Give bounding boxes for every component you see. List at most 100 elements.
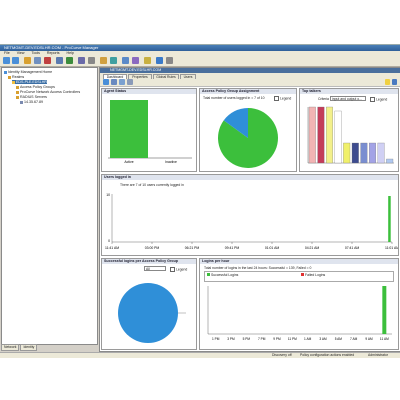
legend-toggle[interactable]: Legend — [370, 97, 387, 102]
report-icon[interactable] — [100, 57, 107, 64]
tree-server[interactable]: 14.35.67.89 — [20, 100, 43, 104]
x-tick-label: 09:41 PM — [225, 246, 240, 250]
identity-icon[interactable] — [122, 57, 129, 64]
panel-title: Top talkers — [300, 89, 398, 94]
bar — [382, 286, 387, 334]
tree-realms[interactable]: Realms — [8, 75, 24, 79]
top-talkers-panel: Top talkers Criteria input and output o.… — [299, 88, 399, 172]
user-status: Administrator — [368, 353, 388, 357]
bar — [334, 110, 342, 164]
x-tick-label: 7 AM — [350, 337, 358, 341]
bar — [326, 106, 333, 164]
folder-icon[interactable] — [24, 57, 31, 64]
x-tick-label: 3 PM — [227, 337, 235, 341]
forward-icon[interactable] — [12, 57, 19, 64]
checkbox[interactable] — [370, 97, 375, 102]
menu-help[interactable]: Help — [67, 51, 74, 55]
access-policy-pie — [218, 108, 278, 168]
legend-toggle[interactable]: Legend — [274, 96, 291, 101]
key-icon[interactable] — [144, 57, 151, 64]
menu-file[interactable]: File — [4, 51, 10, 55]
tree-realm-selected[interactable]: EDS-PLE.EDSLHR — [12, 80, 47, 84]
x-tick-label: 01:01 AM — [265, 246, 280, 250]
tab-global-rules[interactable]: Global Rules — [153, 73, 179, 79]
x-tick-label: 11:01 AM — [385, 246, 398, 250]
x-tick-label: 03:00 PM — [145, 246, 160, 250]
x-tick-label: 7 PM — [258, 337, 266, 341]
x-tick-label: Inactive — [165, 160, 177, 164]
x-tick-label: 5 AM — [335, 337, 343, 341]
help-icon[interactable] — [392, 79, 397, 85]
back-icon[interactable] — [3, 57, 10, 64]
tree-access-policy-groups[interactable]: Access Policy Groups — [16, 85, 55, 89]
logins-per-hour-panel: Logins per hour Total number of logins i… — [199, 258, 399, 350]
group-select[interactable]: All — [144, 266, 166, 271]
logins-per-hour-chart: 1 PM 3 PM 5 PM 7 PM 9 PM 11 PM 1 AM 3 AM 5 AM 7 A… — [207, 286, 392, 341]
security-icon[interactable] — [132, 57, 139, 64]
x-tick-label: Active — [124, 160, 133, 164]
folder-icon — [16, 85, 19, 89]
series-spike — [388, 196, 391, 242]
tab-network[interactable]: Network — [1, 344, 20, 351]
network-icon[interactable] — [34, 57, 41, 64]
tab-properties[interactable]: Properties — [128, 73, 152, 79]
tab-dashboard[interactable]: Dashboard — [103, 73, 127, 79]
info-icon[interactable] — [166, 57, 173, 64]
map-icon[interactable] — [66, 57, 73, 64]
dashboard-toolbar — [100, 79, 400, 87]
users-logged-in-subtitle: There are 7 of 10 users currently logged… — [120, 183, 184, 187]
agent-status-chart: Active Inactive — [108, 100, 192, 164]
users-logged-in-chart: 10 0 11:41 AM 03:00 PM 06:21 PM 09:41 PM 01:01… — [105, 193, 398, 250]
x-tick-label: 07:41 AM — [345, 246, 360, 250]
x-tick-label: 5 PM — [243, 337, 251, 341]
bar — [369, 142, 376, 164]
layout-icon[interactable] — [111, 79, 117, 85]
criteria-select[interactable]: input and output o... — [330, 96, 366, 101]
folder-icon — [16, 95, 19, 99]
device-icon[interactable] — [56, 57, 63, 64]
refresh-icon[interactable] — [103, 79, 109, 85]
panel-title: Access Policy Group Assignment — [200, 89, 296, 94]
x-tick-label: 3 AM — [319, 337, 327, 341]
bar — [386, 158, 394, 164]
tree-network-access-controllers[interactable]: ProCurve Network Access Controllers — [16, 90, 80, 94]
tab-identity[interactable]: Identity — [20, 344, 38, 351]
x-tick-label: 9 PM — [273, 337, 281, 341]
left-tabs: Network Identity — [1, 344, 38, 351]
users-logged-in-panel: Users logged in There are 7 of 10 users … — [101, 174, 399, 256]
bar — [351, 142, 359, 164]
tip-icon[interactable] — [385, 79, 390, 85]
export-icon[interactable] — [119, 79, 125, 85]
menu-view[interactable]: View — [17, 51, 25, 55]
help-icon[interactable] — [156, 57, 163, 64]
users-icon[interactable] — [78, 57, 85, 64]
bar — [317, 106, 325, 164]
navigation-tree: Identity Management Home Realms EDS-PLE.… — [1, 67, 98, 345]
policy-icon[interactable] — [110, 57, 117, 64]
x-tick-label: 1 PM — [212, 337, 220, 341]
logins-per-hour-subtitle: Total number of logins in the last 24 ho… — [204, 266, 312, 270]
tab-users[interactable]: Users — [180, 73, 196, 79]
menu-reports[interactable]: Reports — [47, 51, 60, 55]
tree-root[interactable]: Identity Management Home — [4, 70, 52, 74]
bar — [308, 106, 316, 164]
pie-slice — [118, 283, 178, 343]
checkbox[interactable] — [170, 267, 175, 272]
alert-icon[interactable] — [44, 57, 51, 64]
legend-toggle[interactable]: Legend — [170, 267, 187, 272]
checkbox[interactable] — [274, 96, 279, 101]
bar — [343, 142, 351, 164]
realm-icon — [12, 80, 15, 84]
logins-legend: Successful Logins Failed Logins — [204, 271, 394, 282]
menu-tools[interactable]: Tools — [32, 51, 40, 55]
status-bar: Discovery off Policy configuration actio… — [0, 352, 400, 358]
successful-logins-pie — [118, 283, 186, 343]
main-area: NETMGMT-DEV.EDSLHR.COM Dashboard Propert… — [99, 67, 400, 352]
criteria-label: Criteria — [318, 97, 329, 101]
folder-icon — [16, 90, 19, 94]
x-tick-label: 04:21 AM — [305, 246, 320, 250]
settings-icon[interactable] — [88, 57, 95, 64]
print-icon[interactable] — [127, 79, 133, 85]
tree-radius-servers[interactable]: RADIUS Servers — [16, 95, 47, 99]
agent-status-panel: Agent Status Active Inactive — [101, 88, 197, 172]
